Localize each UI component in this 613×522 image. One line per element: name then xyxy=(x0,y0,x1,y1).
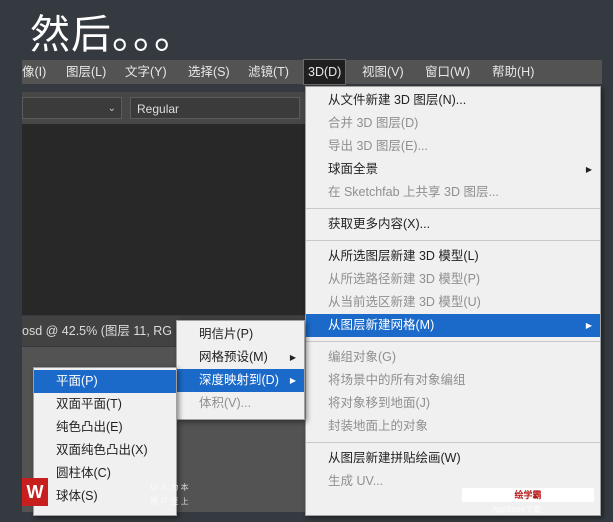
triangle-right-icon: ▶ xyxy=(289,353,296,362)
triangle-right-icon: ▶ xyxy=(585,321,592,330)
menu-3d-group-objects[interactable]: 编组对象(G) xyxy=(306,346,600,369)
watermark-badge: 绘学霸 xyxy=(462,488,594,502)
menu-3d-model-from-path[interactable]: 从所选路径新建 3D 模型(P) xyxy=(306,268,600,291)
menu-3d[interactable]: 3D(D) xyxy=(302,59,347,85)
menu-depth-plane[interactable]: 平面(P) xyxy=(34,370,176,393)
menu-mesh-postcard[interactable]: 明信片(P) xyxy=(177,323,304,346)
menu-bar: 像(I) 图层(L) 文字(Y) 选择(S) 滤镜(T) 3D(D) 视图(V)… xyxy=(22,59,602,85)
menu-separator xyxy=(306,208,600,209)
triangle-right-icon: ▶ xyxy=(585,165,592,174)
menu-depth-two-sided-extrusion[interactable]: 双面纯色凸出(X) xyxy=(34,439,176,462)
menu-layer[interactable]: 图层(L) xyxy=(62,60,110,84)
menu-3d-move-to-ground[interactable]: 将对象移到地面(J) xyxy=(306,392,600,415)
menu-mesh-submenu: 明信片(P) 网格预设(M) ▶ 深度映射到(D) ▶ 体积(V)... xyxy=(176,320,305,420)
menu-filter[interactable]: 滤镜(T) xyxy=(244,60,293,84)
menu-3d-sketchfab[interactable]: 在 Sketchfab 上共享 3D 图层... xyxy=(306,181,600,204)
menu-3d-dropdown: 从文件新建 3D 图层(N)... 合并 3D 图层(D) 导出 3D 图层(E… xyxy=(305,86,601,516)
menu-mesh-depth-map[interactable]: 深度映射到(D) ▶ xyxy=(177,369,304,392)
headline-text: 然后。。。 xyxy=(30,12,195,58)
menu-separator xyxy=(306,442,600,443)
watermark-logo: W xyxy=(22,478,48,506)
menu-3d-spherical-panorama[interactable]: 球面全景 ▶ xyxy=(306,158,600,181)
menu-3d-model-from-selection[interactable]: 从当前选区新建 3D 模型(U) xyxy=(306,291,600,314)
menu-image[interactable]: 像(I) xyxy=(18,60,50,84)
font-style-select[interactable]: Regular xyxy=(130,97,300,119)
menu-select[interactable]: 选择(S) xyxy=(184,60,234,84)
menu-depth-two-sided-plane[interactable]: 双面平面(T) xyxy=(34,393,176,416)
menu-window[interactable]: 窗口(W) xyxy=(421,60,474,84)
menu-depth-submenu: 平面(P) 双面平面(T) 纯色凸出(E) 双面纯色凸出(X) 圆柱体(C) 球… xyxy=(33,367,177,516)
menu-3d-merge[interactable]: 合并 3D 图层(D) xyxy=(306,112,600,135)
menu-3d-group-all[interactable]: 将场景中的所有对象编组 xyxy=(306,369,600,392)
menu-3d-mesh-from-layer[interactable]: 从图层新建网格(M) ▶ xyxy=(306,314,600,337)
menu-3d-tiled-painting[interactable]: 从图层新建拼贴绘画(W) xyxy=(306,447,600,470)
font-style-value: Regular xyxy=(137,102,180,116)
document-tab-title: osd @ 42.5% (图层 11, RG xyxy=(22,324,173,338)
menu-separator xyxy=(306,240,600,241)
menu-mesh-volume[interactable]: 体积(V)... xyxy=(177,392,304,415)
watermark-line1: 以 人 为 本 xyxy=(150,483,189,492)
font-family-select[interactable]: ⌄ xyxy=(22,97,122,119)
menu-view[interactable]: 视图(V) xyxy=(358,60,408,84)
menu-type[interactable]: 文字(Y) xyxy=(121,60,171,84)
menu-mesh-preset[interactable]: 网格预设(M) ▶ xyxy=(177,346,304,369)
menu-3d-model-from-layer[interactable]: 从所选图层新建 3D 模型(L) xyxy=(306,245,600,268)
options-bar: ⌄ Regular xyxy=(22,92,305,125)
menu-separator xyxy=(306,341,600,342)
menu-3d-new-from-file[interactable]: 从文件新建 3D 图层(N)... xyxy=(306,89,600,112)
menu-3d-pack-ground[interactable]: 封装地面上的对象 xyxy=(306,415,600,438)
watermark-site: AppStore下载 xyxy=(492,505,542,514)
menu-help[interactable]: 帮助(H) xyxy=(488,60,538,84)
watermark-line2: 用 户 至 上 xyxy=(150,497,189,506)
menu-3d-export[interactable]: 导出 3D 图层(E)... xyxy=(306,135,600,158)
chevron-down-icon: ⌄ xyxy=(107,103,116,114)
canvas-area xyxy=(22,125,305,315)
menu-3d-get-more[interactable]: 获取更多内容(X)... xyxy=(306,213,600,236)
menu-depth-solid-extrusion[interactable]: 纯色凸出(E) xyxy=(34,416,176,439)
triangle-right-icon: ▶ xyxy=(289,376,296,385)
